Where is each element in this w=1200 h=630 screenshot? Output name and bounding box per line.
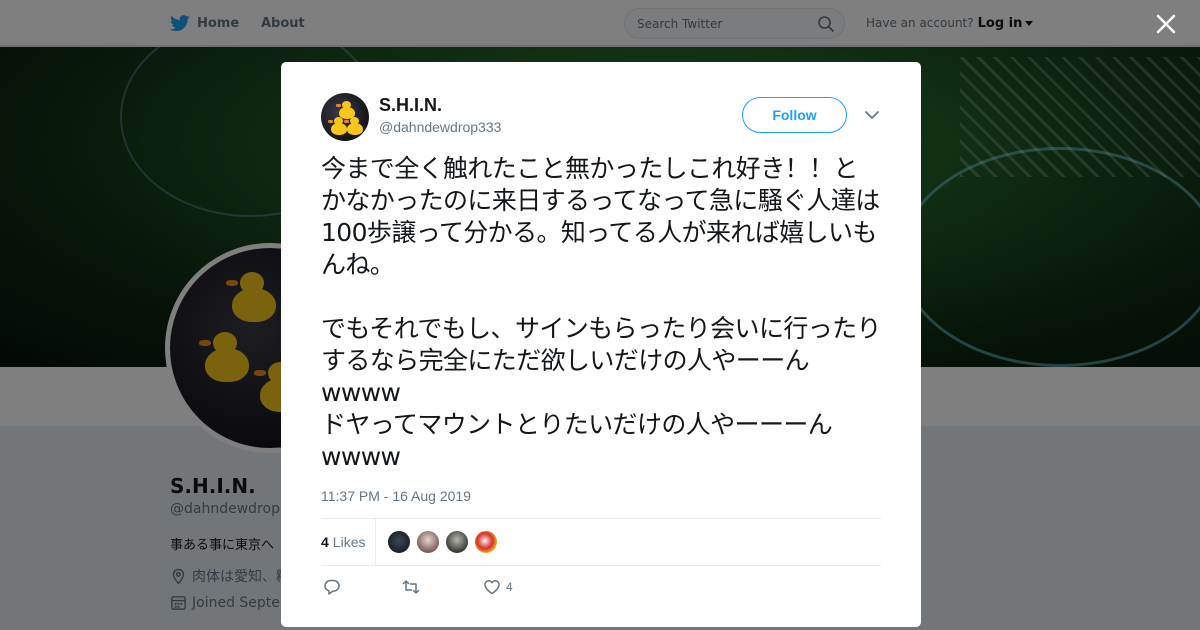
tweet-actions: 4 <box>321 576 881 598</box>
likes-stat[interactable]: 4 Likes <box>321 519 365 565</box>
tweet-stats: 4 Likes <box>321 518 881 566</box>
liker-avatar[interactable] <box>474 530 498 554</box>
reply-icon <box>324 579 340 595</box>
reply-button[interactable] <box>323 576 341 598</box>
tweet-text: 今まで全く触れたこと無かったしこれ好き！！とかなかったのに来日するってなって急に… <box>321 154 882 471</box>
tweet-modal: S.H.I.N. @dahndewdrop333 Follow 今まで全く触れた… <box>281 62 921 627</box>
likes-count: 4 <box>321 534 329 550</box>
tweet-author-handle[interactable]: @dahndewdrop333 <box>379 119 501 135</box>
liker-avatar[interactable] <box>445 530 469 554</box>
liker-avatar[interactable] <box>416 530 440 554</box>
like-button[interactable]: 4 <box>483 576 513 598</box>
liker-avatar[interactable] <box>387 530 411 554</box>
tweet-timestamp[interactable]: 11:37 PM - 16 Aug 2019 <box>321 488 471 504</box>
likes-label: Likes <box>332 534 366 550</box>
close-icon[interactable] <box>1154 12 1178 36</box>
chevron-down-icon[interactable] <box>864 108 880 122</box>
like-action-count: 4 <box>506 580 513 594</box>
heart-icon <box>484 580 500 595</box>
retweet-icon <box>402 580 420 594</box>
tweet-author-name[interactable]: S.H.I.N. <box>379 95 442 116</box>
follow-button[interactable]: Follow <box>742 97 847 133</box>
tweet-author-avatar[interactable] <box>321 93 369 141</box>
stats-divider <box>375 519 376 565</box>
retweet-button[interactable] <box>402 576 420 598</box>
